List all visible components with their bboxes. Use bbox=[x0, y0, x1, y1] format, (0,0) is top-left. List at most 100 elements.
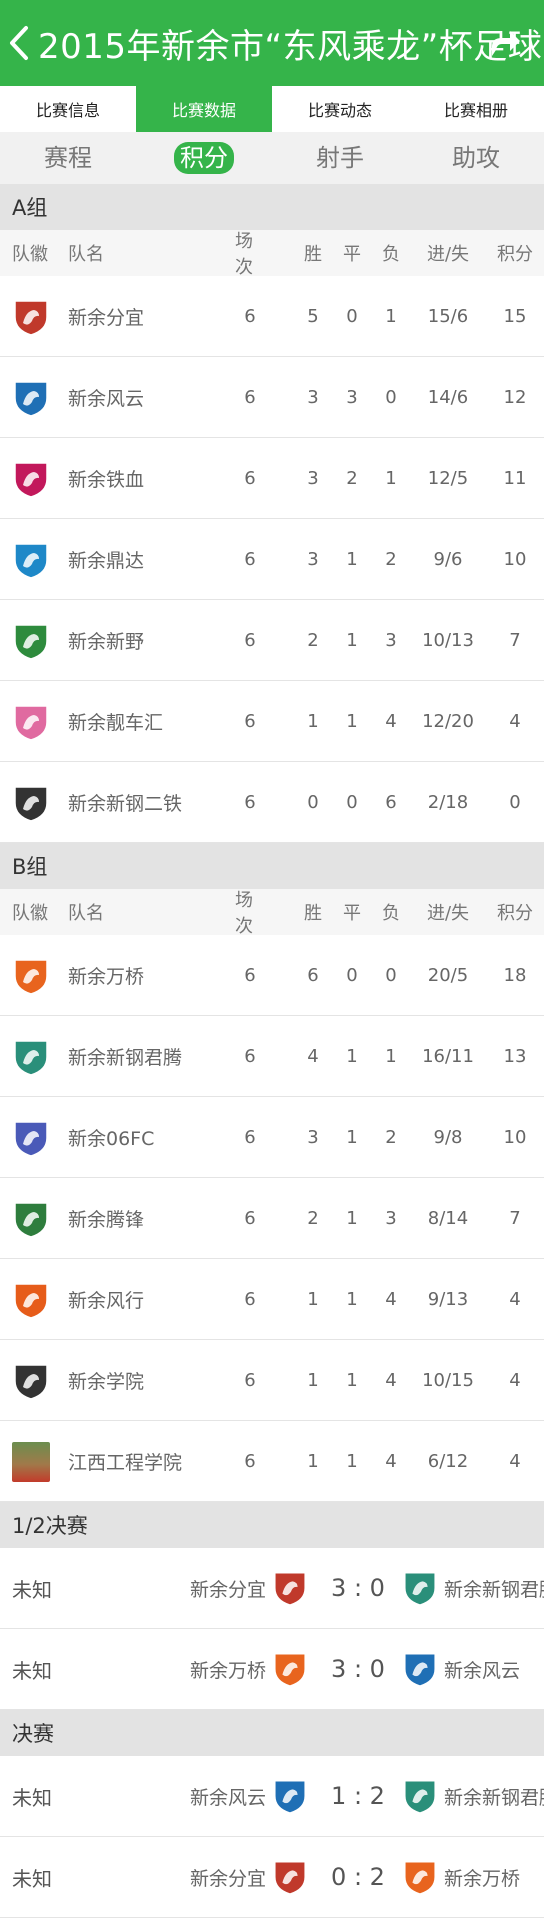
table-row[interactable]: 新余风行 6 1 1 4 9/13 4 bbox=[0, 1259, 544, 1340]
team-badge-icon bbox=[14, 462, 48, 498]
table-row[interactable]: 新余靓车汇 6 1 1 4 12/20 4 bbox=[0, 681, 544, 762]
team-played: 6 bbox=[244, 964, 256, 986]
team-goals: 14/6 bbox=[427, 386, 469, 408]
team-name: 新余风云 bbox=[68, 387, 145, 410]
match-row[interactable]: 未知 新余风云 1 : 2 新余新钢君腾 bbox=[0, 1756, 544, 1837]
team-name: 新余新钢君腾 bbox=[68, 1046, 183, 1069]
back-button[interactable] bbox=[0, 0, 38, 86]
team-badge bbox=[12, 956, 50, 996]
team-points: 15 bbox=[503, 305, 527, 327]
tab-match-data[interactable]: 比赛数据 bbox=[136, 86, 272, 132]
table-row[interactable]: 新余新野 6 2 1 3 10/13 7 bbox=[0, 600, 544, 681]
home-team-name: 新余分宜 bbox=[189, 1578, 266, 1601]
table-row[interactable]: 新余鼎达 6 3 1 2 9/6 10 bbox=[0, 519, 544, 600]
team-points: 12 bbox=[503, 386, 527, 408]
column-header-row: 队徽 队名 场次 胜平负 进/失 积分 bbox=[0, 230, 544, 278]
team-drawn: 1 bbox=[346, 1369, 358, 1391]
col-team-header: 队名 bbox=[68, 903, 104, 924]
match-status: 未知 bbox=[12, 1785, 52, 1810]
team-played: 6 bbox=[244, 1207, 256, 1229]
team-lost: 1 bbox=[385, 467, 397, 489]
match-score: 3 : 0 bbox=[331, 1574, 385, 1602]
team-name: 新余新野 bbox=[68, 630, 145, 653]
group-header: A组 bbox=[0, 184, 544, 230]
col-drawn-header: 平 bbox=[343, 244, 361, 265]
away-team-name: 新余新钢君腾 bbox=[444, 1578, 544, 1601]
match-row[interactable]: 未知 新余万桥 3 : 0 新余风云 bbox=[0, 1629, 544, 1710]
home-badge-icon bbox=[274, 1653, 306, 1687]
team-played: 6 bbox=[244, 386, 256, 408]
team-badge bbox=[12, 297, 50, 337]
table-row[interactable]: 新余腾锋 6 2 1 3 8/14 7 bbox=[0, 1178, 544, 1259]
team-lost: 0 bbox=[385, 964, 397, 986]
team-drawn: 0 bbox=[346, 964, 358, 986]
match-row[interactable]: 未知 新余分宜 0 : 2 新余万桥 bbox=[0, 1837, 544, 1918]
match-score: 1 : 2 bbox=[331, 1782, 385, 1810]
page-title: 2015年新余市“东风乘龙”杯足球 bbox=[38, 26, 543, 67]
table-row[interactable]: 新余学院 6 1 1 4 10/15 4 bbox=[0, 1340, 544, 1421]
home-team-badge bbox=[272, 1650, 308, 1690]
team-played: 6 bbox=[244, 1126, 256, 1148]
table-row[interactable]: 新余风云 6 3 3 0 14/6 12 bbox=[0, 357, 544, 438]
home-badge-icon bbox=[274, 1780, 306, 1814]
team-badge-icon bbox=[14, 1040, 48, 1076]
subtab-scorers-label: 射手 bbox=[316, 144, 364, 172]
team-badge bbox=[12, 378, 50, 418]
table-row[interactable]: 新余万桥 6 6 0 0 20/5 18 bbox=[0, 935, 544, 1016]
table-row[interactable]: 新余分宜 6 5 0 1 15/6 15 bbox=[0, 276, 544, 357]
table-row[interactable]: 江西工程学院 6 1 1 4 6/12 4 bbox=[0, 1421, 544, 1502]
match-row[interactable]: 未知 新余分宜 3 : 0 新余新钢君腾 bbox=[0, 1548, 544, 1629]
col-badge-header: 队徽 bbox=[12, 244, 48, 265]
away-team-name: 新余万桥 bbox=[444, 1867, 521, 1890]
column-header-row: 队徽 队名 场次 胜平负 进/失 积分 bbox=[0, 889, 544, 937]
team-lost: 2 bbox=[385, 1126, 397, 1148]
subtab-standings[interactable]: 积分 bbox=[136, 132, 272, 184]
team-lost: 1 bbox=[385, 305, 397, 327]
table-row[interactable]: 新余铁血 6 3 2 1 12/5 11 bbox=[0, 438, 544, 519]
team-badge-icon bbox=[14, 786, 48, 822]
team-played: 6 bbox=[244, 305, 256, 327]
team-won: 1 bbox=[307, 710, 319, 732]
team-badge bbox=[12, 1037, 50, 1077]
team-goals: 15/6 bbox=[427, 305, 469, 327]
tab-match-album[interactable]: 比赛相册 bbox=[408, 86, 544, 132]
team-goals: 8/14 bbox=[427, 1207, 469, 1229]
col-lost-header: 负 bbox=[382, 244, 400, 265]
tab-match-news[interactable]: 比赛动态 bbox=[272, 86, 408, 132]
team-won: 1 bbox=[307, 1288, 319, 1310]
data-subtabs: 赛程 积分 射手 助攻 bbox=[0, 132, 544, 184]
team-goals: 9/13 bbox=[427, 1288, 469, 1310]
team-badge bbox=[12, 1361, 50, 1401]
subtab-scorers[interactable]: 射手 bbox=[272, 132, 408, 184]
home-team-badge bbox=[272, 1858, 308, 1898]
share-icon[interactable] bbox=[488, 26, 522, 60]
subtab-assists[interactable]: 助攻 bbox=[408, 132, 544, 184]
tab-match-info[interactable]: 比赛信息 bbox=[0, 86, 136, 132]
team-lost: 4 bbox=[385, 1450, 397, 1472]
table-row[interactable]: 新余新钢二铁 6 0 0 6 2/18 0 bbox=[0, 762, 544, 843]
team-played: 6 bbox=[244, 710, 256, 732]
col-points-header: 积分 bbox=[497, 244, 533, 265]
team-lost: 3 bbox=[385, 1207, 397, 1229]
team-badge-icon bbox=[14, 1364, 48, 1400]
app-header: 2015年新余市“东风乘龙”杯足球 bbox=[0, 0, 544, 86]
team-goals: 10/15 bbox=[422, 1369, 474, 1391]
team-name: 江西工程学院 bbox=[68, 1451, 183, 1474]
team-goals: 16/11 bbox=[422, 1045, 474, 1067]
away-badge-icon bbox=[404, 1780, 436, 1814]
away-team-badge bbox=[402, 1777, 438, 1817]
team-won: 3 bbox=[307, 467, 319, 489]
team-name: 新余新钢二铁 bbox=[68, 792, 183, 815]
subtab-schedule[interactable]: 赛程 bbox=[0, 132, 136, 184]
team-played: 6 bbox=[244, 1045, 256, 1067]
home-badge-icon bbox=[274, 1572, 306, 1606]
team-badge-icon bbox=[14, 300, 48, 336]
team-points: 18 bbox=[503, 964, 527, 986]
team-badge bbox=[12, 702, 50, 742]
table-row[interactable]: 新余新钢君腾 6 4 1 1 16/11 13 bbox=[0, 1016, 544, 1097]
table-row[interactable]: 新余06FC 6 3 1 2 9/8 10 bbox=[0, 1097, 544, 1178]
team-lost: 1 bbox=[385, 1045, 397, 1067]
team-badge bbox=[12, 1118, 50, 1158]
team-name: 新余鼎达 bbox=[68, 549, 145, 572]
team-badge-icon bbox=[14, 543, 48, 579]
